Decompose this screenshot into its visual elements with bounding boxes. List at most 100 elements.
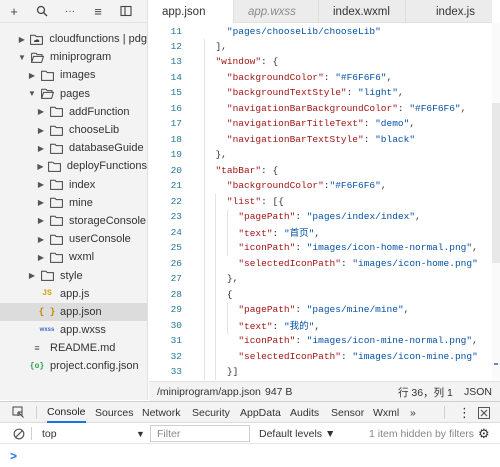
tree-item[interactable]: ▼ pages [0,85,147,103]
code-text: "navigationBarBackgroundColor": "#F6F6F6… [182,103,466,114]
tree-item[interactable]: wxss app.wxss [0,321,147,339]
line-number: 28 [170,288,182,300]
chevron-right-icon[interactable]: ▶ [36,126,46,135]
code-line[interactable]: 29 "pagePath": "pages/mine/mine", [149,303,410,317]
tab-index-wxml[interactable]: index.wxml [319,0,406,23]
devtools-tab-audits[interactable]: Audits [290,402,319,423]
chevron-down-icon[interactable]: ▼ [27,89,37,98]
filter-input[interactable]: Filter [150,425,250,442]
chevron-right-icon[interactable]: ▶ [36,107,46,116]
code-line[interactable]: 30 "text": "我的", [149,318,320,333]
scrollbar-thumb[interactable] [492,103,500,263]
code-line[interactable]: 20 "tabBar": { [149,163,279,177]
code-line[interactable]: 33}] [149,365,239,379]
json-key: "navigationBarTextStyle" [226,133,364,145]
chevron-right-icon[interactable]: ▶ [27,71,37,80]
tree-item[interactable]: {o} project.config.json [0,357,147,375]
code-line[interactable]: 22 "list": [{ [149,194,284,208]
tree-item[interactable]: ▼ miniprogram [0,48,147,66]
code-line[interactable]: 26 "selectedIconPath": "images/icon-home.… [149,256,478,270]
line-number: 31 [170,335,182,347]
code-line[interactable]: 24 "text": "首页", [149,225,320,240]
context-dropdown-icon[interactable]: ▼ [136,423,145,444]
tree-item[interactable]: ▶ addFunction [0,103,147,121]
tree-item[interactable]: ≡ README.md [0,339,147,357]
tree-item[interactable]: ▶ storageConsole [0,212,147,230]
code-line[interactable]: 32 "selectedIconPath": "images/icon-mine.… [149,349,478,363]
log-levels-dropdown[interactable]: Default levels ▼ [259,423,335,444]
chevron-right-icon[interactable]: ▶ [27,271,37,280]
code-line[interactable]: 17 "navigationBarTitleText": "demo", [149,117,415,131]
code-line[interactable]: 25 "iconPath": "images/icon-home-normal.p… [149,241,478,255]
add-icon[interactable]: + [0,0,28,23]
tree-item[interactable]: ▶ index [0,176,147,194]
code-line[interactable]: 19}, [149,148,227,162]
chevron-right-icon[interactable]: ▶ [36,235,46,244]
status-cursor-position[interactable]: 行 36，列 1 [398,385,453,400]
more-icon[interactable]: ··· [56,0,84,23]
code-line[interactable]: 16 "navigationBarBackgroundColor": "#F6F6… [149,101,467,115]
chevron-right-icon[interactable]: ▶ [36,216,46,225]
tree-item[interactable]: ▶ cloudfunctions | pdg [0,30,147,48]
tab-app-wxss[interactable]: app.wxss [234,0,319,23]
tree-item[interactable]: ▶ deployFunctions [0,157,147,175]
chevron-right-icon[interactable]: ▶ [17,35,27,44]
kebab-menu-icon[interactable]: ⋮ [458,402,471,423]
code-editor[interactable]: 11 "pages/chooseLib/chooseLib" 12], 13 "wind… [149,23,490,380]
search-icon[interactable] [28,0,56,23]
devtools-tab-network[interactable]: Network [142,402,181,423]
split-panel-icon[interactable] [112,0,140,23]
chevron-right-icon[interactable]: ▶ [36,144,46,153]
chevron-right-icon[interactable]: ▶ [36,253,46,262]
clear-console-icon[interactable] [13,423,25,444]
status-language[interactable]: JSON [464,386,492,398]
tree-item[interactable]: ▶ style [0,266,147,284]
code-line[interactable]: 11 "pages/chooseLib/chooseLib" [149,24,381,38]
close-panel-icon[interactable] [478,402,490,423]
code-line[interactable]: 23 "pagePath": "pages/index/index", [149,210,421,224]
tree-item[interactable]: ▶ userConsole [0,230,147,248]
chevron-right-icon[interactable]: ▶ [36,198,46,207]
devtools-tab-wxml[interactable]: Wxml [373,402,399,423]
code-line[interactable]: 21 "backgroundColor":"#F6F6F6", [149,179,387,193]
devtools-tab-console[interactable]: Console [47,402,86,423]
devtools-tab-appdata[interactable]: AppData [240,402,281,423]
tree-item[interactable]: ▶ databaseGuide [0,139,147,157]
json-string: "首页" [283,228,315,240]
tree-item[interactable]: { } app.json [0,302,147,321]
settings-gear-icon[interactable]: ⚙ [478,423,490,444]
code-text: "selectedIconPath": "images/icon-home.pn… [182,258,477,269]
chevron-right-icon[interactable]: ▶ [36,180,46,189]
tab-app-json[interactable]: app.json [149,0,234,24]
chevron-right-icon[interactable]: ▶ [36,162,45,171]
cloud-folder-icon [30,33,44,45]
tree-item[interactable]: ▶ images [0,66,147,84]
code-line[interactable]: 18 "navigationBarTextStyle": "black" [149,132,415,146]
devtools-panel: Console Sources Network Security AppData… [0,401,500,467]
code-line[interactable]: 28 { [149,287,233,301]
context-selector[interactable]: top [42,423,57,444]
console-prompt[interactable]: > [10,449,17,463]
tree-item[interactable]: ▶ wxml [0,248,147,266]
tree-item[interactable]: JS app.js [0,285,147,303]
code-line[interactable]: 13 "window": { [149,55,279,69]
tree-item[interactable]: ▶ chooseLib [0,121,147,139]
tree-item[interactable]: ▶ mine [0,194,147,212]
inspect-icon[interactable] [12,402,25,423]
line-number: 17 [170,118,182,130]
tab-index-js[interactable]: index.js [406,0,492,23]
code-line[interactable]: 27}, [149,272,239,286]
chevron-down-icon[interactable]: ▼ [17,53,27,62]
code-line[interactable]: 12], [149,39,227,53]
code-line[interactable]: 15 "backgroundTextStyle": "light", [149,86,404,100]
outline-icon[interactable]: ≡ [84,0,112,23]
more-tabs-icon[interactable]: » [410,402,416,423]
code-line[interactable]: 14 "backgroundColor": "#F6F6F6", [149,70,393,84]
devtools-tab-security[interactable]: Security [192,402,230,423]
punctuation: : [346,87,359,99]
devtools-tab-sensor[interactable]: Sensor [331,402,364,423]
editor-scrollbar[interactable] [492,23,500,380]
devtools-tab-sources[interactable]: Sources [95,402,134,423]
punctuation: : [295,242,307,254]
code-line[interactable]: 31 "iconPath": "images/icon-mine-normal.p… [149,334,478,348]
